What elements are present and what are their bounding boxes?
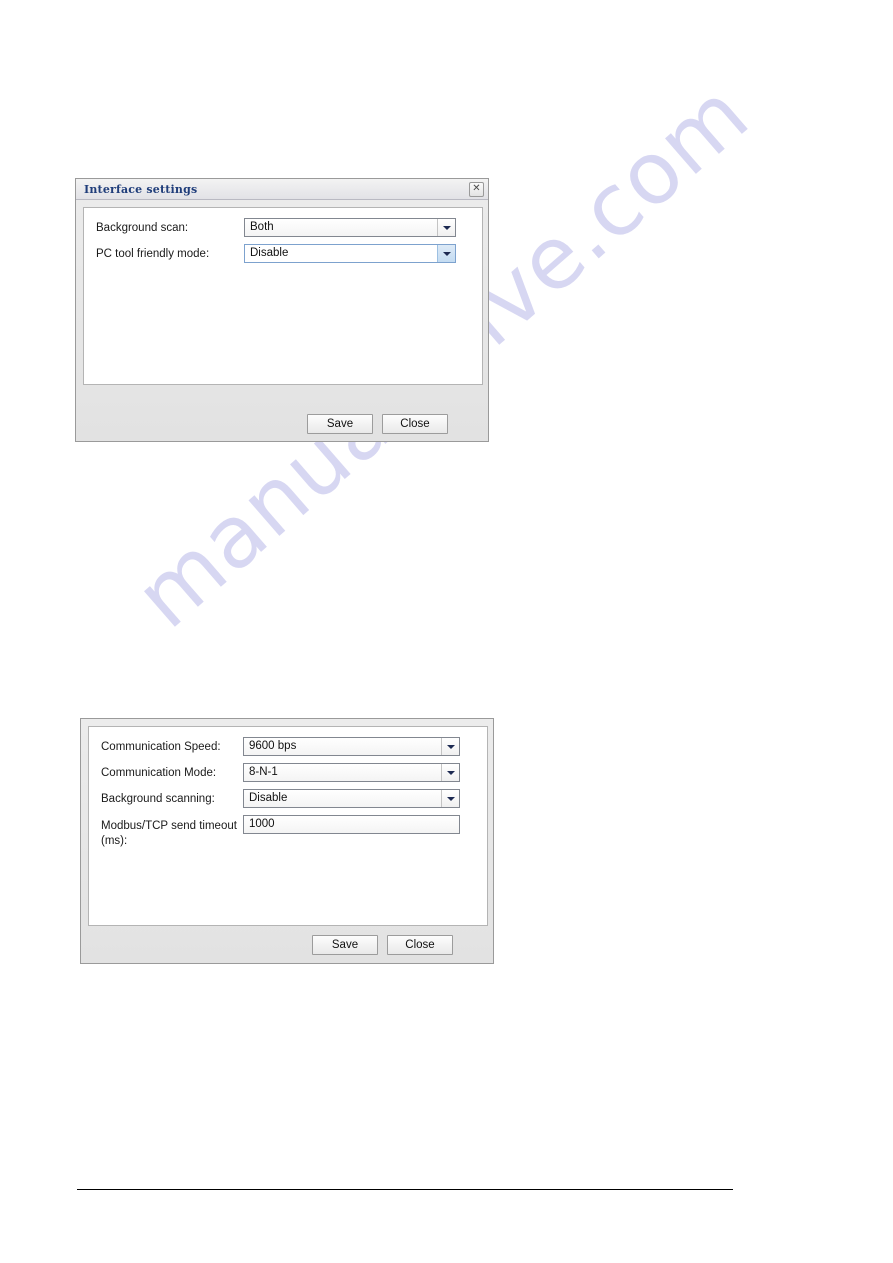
dialog-footer: Save Close [81, 927, 493, 963]
chevron-down-icon[interactable] [441, 738, 459, 755]
background-scanning-combobox[interactable]: Disable [243, 789, 460, 808]
footer-divider [77, 1189, 733, 1190]
label-communication-mode: Communication Mode: [101, 767, 217, 779]
form-row-pc-tool-friendly-mode: PC tool friendly mode: Disable [96, 244, 470, 263]
label-modbus-tcp-send-timeout: Modbus/TCP send timeout (ms): [101, 820, 237, 847]
dialog-content-panel: Communication Speed: 9600 bps Communicat… [88, 726, 488, 926]
save-button[interactable]: Save [312, 935, 378, 955]
dialog-titlebar: Interface settings ✕ [76, 179, 488, 200]
dialog-content-panel: Background scan: Both PC tool friendly m… [83, 207, 483, 385]
form-row-communication-speed: Communication Speed: 9600 bps [101, 737, 475, 756]
background-scan-combobox[interactable]: Both [244, 218, 456, 237]
label-communication-speed: Communication Speed: [101, 741, 221, 753]
label-pc-tool-friendly-mode: PC tool friendly mode: [96, 248, 210, 260]
communication-speed-value: 9600 bps [249, 740, 297, 752]
save-button[interactable]: Save [307, 414, 373, 434]
communication-mode-value: 8-N-1 [249, 766, 278, 778]
close-button[interactable]: Close [382, 414, 448, 434]
form-row-background-scanning: Background scanning: Disable [101, 789, 475, 808]
close-button[interactable]: Close [387, 935, 453, 955]
form-row-modbus-tcp-send-timeout: Modbus/TCP send timeout (ms): 1000 [101, 815, 475, 849]
form-row-communication-mode: Communication Mode: 8-N-1 [101, 763, 475, 782]
close-icon[interactable]: ✕ [469, 181, 484, 197]
chevron-down-icon[interactable] [437, 245, 455, 262]
communication-mode-combobox[interactable]: 8-N-1 [243, 763, 460, 782]
settings-form: Communication Speed: 9600 bps Communicat… [89, 727, 487, 849]
background-scanning-value: Disable [249, 792, 288, 804]
chevron-down-icon[interactable] [441, 790, 459, 807]
background-scan-value: Both [250, 221, 274, 233]
pc-tool-friendly-mode-value: Disable [245, 245, 288, 262]
modbus-tcp-send-timeout-value: 1000 [249, 818, 275, 830]
label-background-scanning: Background scanning: [101, 793, 215, 805]
document-page: manualshive.com Interface settings ✕ Bac… [0, 0, 893, 1263]
chevron-down-icon[interactable] [437, 219, 455, 236]
settings-form: Background scan: Both PC tool friendly m… [84, 208, 482, 263]
dialog-footer: Save Close [76, 407, 488, 441]
label-background-scan: Background scan: [96, 222, 189, 234]
form-row-background-scan: Background scan: Both [96, 218, 470, 237]
dialog-title: Interface settings [84, 182, 198, 196]
pc-tool-friendly-mode-combobox[interactable]: Disable [244, 244, 456, 263]
modbus-tcp-send-timeout-input[interactable]: 1000 [243, 815, 460, 834]
communication-speed-combobox[interactable]: 9600 bps [243, 737, 460, 756]
interface-settings-dialog: Interface settings ✕ Background scan: Bo… [75, 178, 489, 442]
chevron-down-icon[interactable] [441, 764, 459, 781]
communication-settings-dialog: Communication Speed: 9600 bps Communicat… [80, 718, 494, 964]
